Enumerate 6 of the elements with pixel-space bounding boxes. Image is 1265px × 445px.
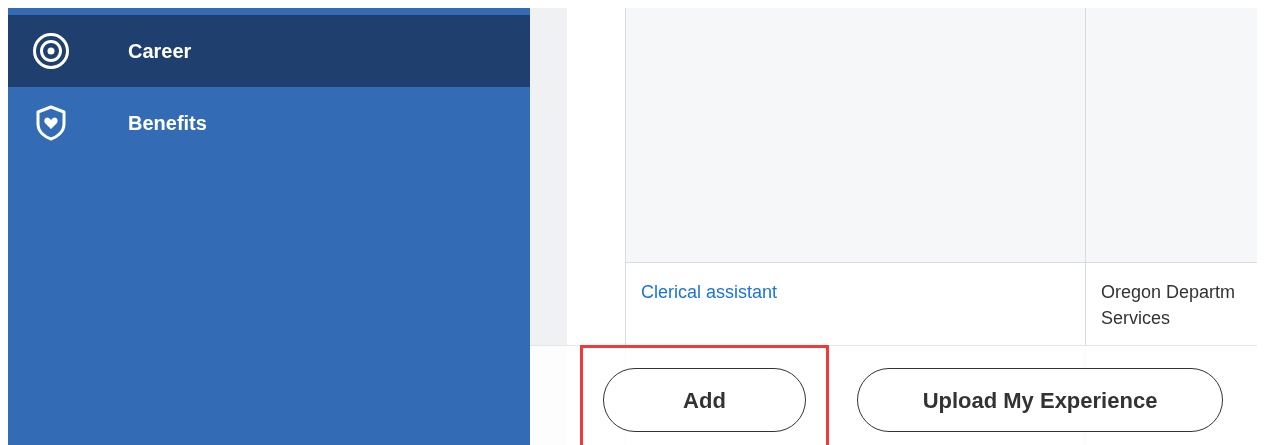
add-button[interactable]: Add [603,368,806,432]
sidebar-item[interactable]: Career [8,15,530,87]
job-title-link[interactable]: Clerical assistant [641,282,778,302]
upload-button[interactable]: Upload My Experience [857,368,1223,432]
target-icon [32,32,70,70]
employer-text: Oregon Departm Services [1101,281,1237,330]
